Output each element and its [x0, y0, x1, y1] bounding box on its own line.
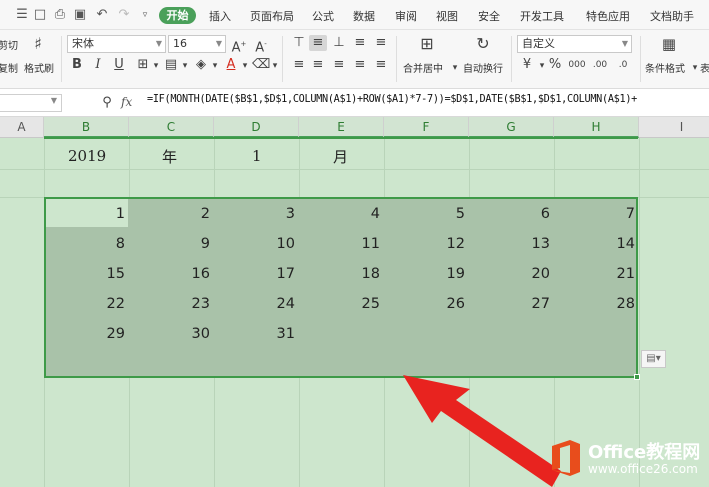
- tab-formulas[interactable]: 公式: [312, 8, 334, 24]
- tab-developer[interactable]: 开发工具: [520, 8, 564, 24]
- chevron-down-icon: ▼: [621, 39, 628, 48]
- spreadsheet-grid[interactable]: A B C D E F G H I 2019 年 1 月 1 2 3 4 5 6 7 8 9 10…: [0, 117, 709, 487]
- cut-button[interactable]: 剪切: [0, 37, 18, 52]
- wrap-text-icon: ↻: [476, 34, 490, 53]
- copy-button[interactable]: 复制: [0, 60, 18, 75]
- chevron-down-icon: ▼: [155, 39, 162, 48]
- format-painter-icon: ♯: [34, 34, 42, 53]
- tab-security[interactable]: 安全: [478, 8, 500, 24]
- tab-features[interactable]: 特色应用: [586, 8, 630, 24]
- chevron-down-icon: ▼: [215, 39, 222, 48]
- align-right-icon[interactable]: ≡: [330, 57, 348, 73]
- ribbon: 剪切 复制 ♯ 格式刷 宋体 ▼ 16 ▼ A+ A- B I U ⊞ ▾ ▤ ▾ …: [0, 30, 709, 89]
- format-painter-button[interactable]: 格式刷: [24, 60, 54, 75]
- decrease-font-icon[interactable]: A-: [252, 36, 270, 55]
- bold-icon[interactable]: B: [68, 57, 86, 73]
- tab-data[interactable]: 数据: [353, 8, 375, 24]
- align-middle-icon[interactable]: ≡: [309, 35, 327, 51]
- tab-page-layout[interactable]: 页面布局: [250, 8, 294, 24]
- increase-decimal-icon[interactable]: .00: [591, 57, 609, 73]
- decrease-decimal-icon[interactable]: .0: [614, 57, 632, 73]
- undo-icon[interactable]: ↶: [94, 7, 110, 23]
- menu-bar: ☰ □ ⎙ ▣ ↶ ↷ ▿ 开始 插入 页面布局 公式 数据 审阅 视图 安全 …: [0, 0, 709, 30]
- justify-icon[interactable]: ≡: [351, 57, 369, 73]
- tab-view[interactable]: 视图: [436, 8, 458, 24]
- distribute-icon[interactable]: ≡: [372, 57, 390, 73]
- formula-bar: ▼ ⚲ fx =IF(MONTH(DATE($B$1,$D$1,COLUMN(A…: [0, 89, 709, 117]
- thousands-icon[interactable]: 000: [568, 57, 586, 73]
- name-box[interactable]: ▼: [0, 94, 62, 112]
- number-format-select[interactable]: 自定义 ▼: [517, 35, 632, 53]
- chevron-down-icon[interactable]: ▾: [446, 60, 464, 76]
- zoom-icon[interactable]: ⚲: [98, 95, 116, 111]
- font-size-select[interactable]: 16 ▼: [168, 35, 226, 53]
- print-preview-icon[interactable]: ▣: [72, 7, 88, 23]
- percent-icon[interactable]: %: [546, 57, 564, 73]
- office26-logo: Office教程网 www.office26.com: [548, 436, 708, 486]
- redo-icon[interactable]: ↷: [116, 7, 132, 23]
- file-icon[interactable]: ☰: [14, 7, 30, 23]
- tab-insert[interactable]: 插入: [209, 8, 231, 24]
- align-top-icon[interactable]: ⊤: [290, 35, 308, 51]
- tab-home[interactable]: 开始: [159, 7, 196, 24]
- italic-icon[interactable]: I: [89, 57, 107, 73]
- print-icon[interactable]: ⎙: [52, 7, 68, 23]
- indent-icon[interactable]: ≡: [372, 35, 390, 51]
- align-bottom-icon[interactable]: ⊥: [330, 35, 348, 51]
- align-left-icon[interactable]: ≡: [290, 57, 308, 73]
- office-logo-icon: [552, 440, 580, 476]
- increase-font-icon[interactable]: A+: [230, 36, 248, 55]
- tab-doc-assistant[interactable]: 文档助手: [650, 8, 694, 24]
- orientation-icon[interactable]: ≡: [351, 35, 369, 51]
- conditional-format-icon: ▦: [661, 35, 677, 53]
- formula-input[interactable]: =IF(MONTH(DATE($B$1,$D$1,COLUMN(A$1)+ROW…: [147, 94, 637, 105]
- font-name-select[interactable]: 宋体 ▼: [67, 35, 166, 53]
- watermark-title: Office教程网: [588, 442, 701, 463]
- watermark-url: www.office26.com: [588, 462, 698, 476]
- table-style-button[interactable]: 表: [700, 60, 709, 75]
- fx-icon[interactable]: fx: [121, 95, 132, 109]
- merge-center-icon: ⊞: [420, 34, 434, 53]
- align-center-icon[interactable]: ≡: [309, 57, 327, 73]
- save-icon[interactable]: □: [32, 7, 48, 23]
- chevron-down-icon: ▼: [50, 96, 57, 105]
- conditional-format-button[interactable]: 条件格式: [645, 60, 685, 75]
- red-arrow-annotation: [403, 375, 561, 487]
- merge-center-button[interactable]: 合并居中: [403, 60, 443, 75]
- underline-icon[interactable]: U: [110, 57, 128, 73]
- customize-quick-access-icon[interactable]: ▿: [137, 7, 153, 23]
- wrap-text-button[interactable]: 自动换行: [463, 60, 503, 75]
- tab-review[interactable]: 审阅: [395, 8, 417, 24]
